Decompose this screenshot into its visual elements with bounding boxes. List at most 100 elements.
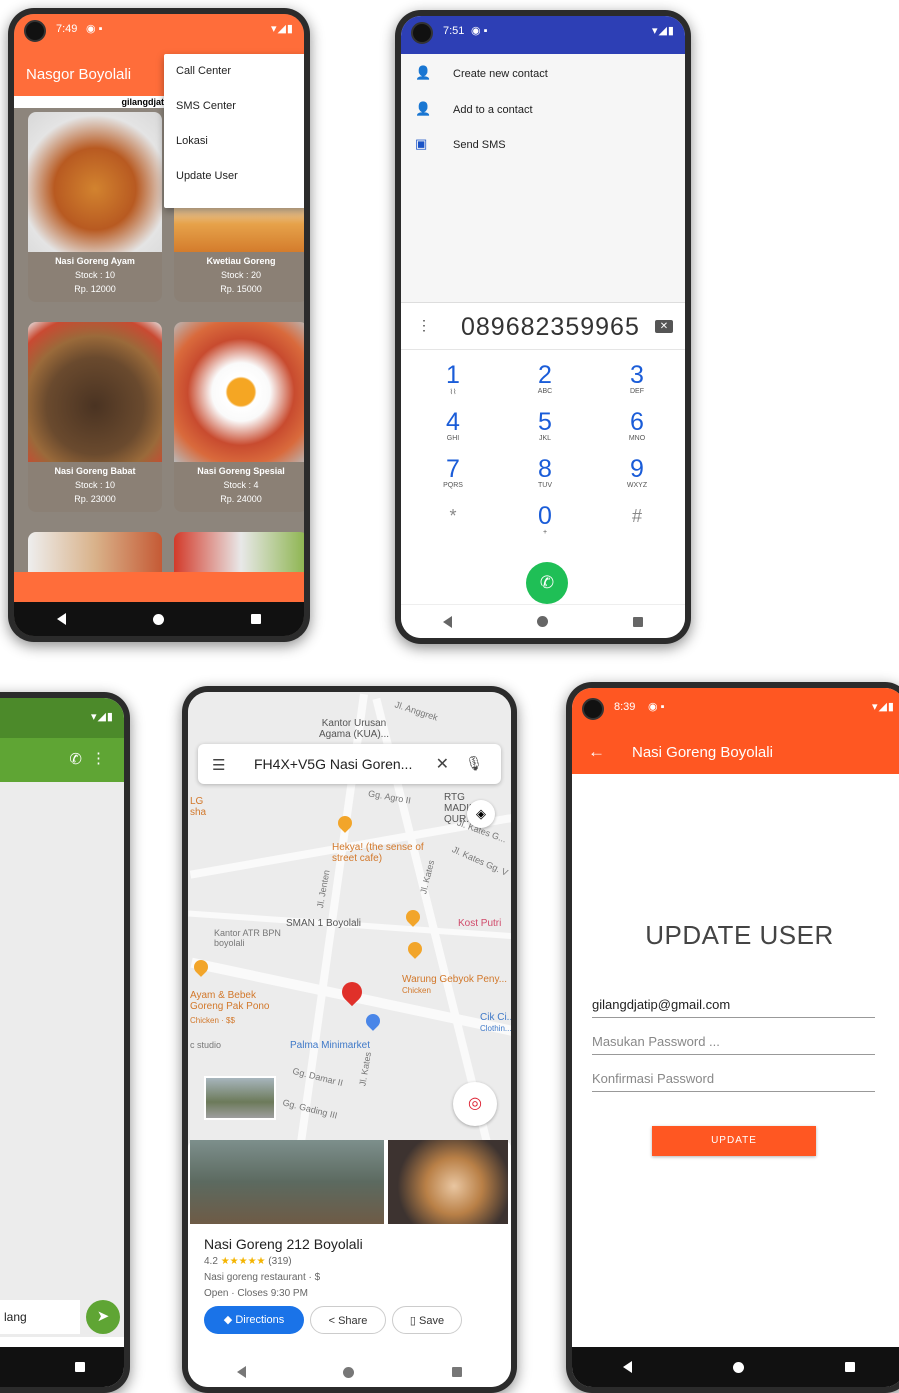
more-options-icon[interactable]: ⋮ <box>417 317 431 334</box>
back-nav-icon[interactable] <box>443 615 453 628</box>
dialed-number: 089682359965 <box>461 313 640 341</box>
phone-maps-screen: Kantor Urusan Agama (KUA)... Jl. Anggrek… <box>182 686 517 1393</box>
dial-key[interactable]: # <box>607 503 667 529</box>
dial-key-letters: ABC <box>537 388 553 395</box>
update-button[interactable]: UPDATE <box>652 1126 816 1156</box>
directions-button[interactable]: ◆ Directions <box>204 1306 304 1334</box>
dial-key[interactable]: 8 TUV <box>515 456 575 489</box>
phone-icon[interactable]: ✆ <box>69 750 82 768</box>
food-image <box>174 322 304 462</box>
dial-key-letters: WXYZ <box>626 482 648 489</box>
food-stock: Stock : 20 <box>220 270 262 280</box>
back-nav-icon[interactable] <box>57 613 67 625</box>
map-label-studio: c studio <box>190 1040 222 1050</box>
map-label-hekya: Hekya! (the sense of street cafe) <box>332 842 424 864</box>
menu-item-sms-center[interactable]: SMS Center <box>164 89 304 124</box>
dial-key[interactable]: 5 JKL <box>515 409 575 442</box>
share-button[interactable]: < Share <box>310 1306 386 1334</box>
map-label-clothing: Clothin... <box>480 1024 511 1033</box>
back-nav-icon[interactable] <box>236 1366 246 1378</box>
confirm-password-field[interactable]: Konfirmasi Password <box>592 1068 875 1092</box>
dial-key-digit: 9 <box>630 455 644 483</box>
mic-icon[interactable]: 🎙 <box>465 755 483 772</box>
dial-key[interactable]: 7 PQRS <box>423 456 483 489</box>
map-view[interactable]: Kantor Urusan Agama (KUA)... Jl. Anggrek… <box>188 692 511 1152</box>
directions-icon: ◆ <box>223 1314 233 1326</box>
more-options-icon[interactable]: ⋮ <box>91 749 106 767</box>
my-location-icon[interactable]: ◎ <box>453 1082 497 1126</box>
dial-key[interactable]: 9 WXYZ <box>607 456 667 489</box>
call-button[interactable]: ✆ <box>526 562 568 604</box>
search-query[interactable]: FH4X+V5G Nasi Goren... <box>254 756 412 772</box>
dial-key[interactable]: 1 ⌇⌇ <box>423 362 483 396</box>
food-pin-icon[interactable] <box>403 907 423 927</box>
food-price: Rp. 12000 <box>74 284 116 294</box>
password-field[interactable]: Masukan Password ... <box>592 1031 875 1055</box>
menu-icon[interactable]: ☰ <box>212 756 225 774</box>
food-image <box>28 322 162 462</box>
dial-key[interactable]: 3 DEF <box>607 362 667 395</box>
send-button[interactable]: ➤ <box>86 1300 120 1334</box>
menu-item-lokasi[interactable]: Lokasi <box>164 124 304 159</box>
food-card[interactable]: Nasi Goreng Spesial Stock : 4 Rp. 24000 <box>174 322 304 512</box>
signal-icon: ▾◢▮ <box>90 711 114 723</box>
food-pin-icon[interactable] <box>405 939 425 959</box>
home-nav-icon[interactable] <box>536 616 548 627</box>
dial-key-letters: DEF <box>630 388 644 395</box>
nav-bar <box>14 602 304 636</box>
map-label-kost: Kost Putri <box>458 918 502 929</box>
send-sms-option[interactable]: ▣ Send SMS <box>401 127 685 161</box>
home-nav-icon[interactable] <box>732 1361 744 1373</box>
phone-sms-screen: ▾◢▮ ✆ ⋮ lang ➤ <box>0 692 130 1393</box>
place-name: Nasi Goreng 212 Boyolali <box>204 1236 363 1252</box>
dialer-screen: 7:51 ◉ ▪ ▾◢▮ 👤 Create new contact 👤 Add … <box>401 16 685 638</box>
app-title: Nasgor Boyolali <box>26 66 132 83</box>
menu-item-update-user[interactable]: Update User <box>164 159 304 194</box>
menu-item-call-center[interactable]: Call Center <box>164 54 304 89</box>
food-card[interactable]: Nasi Goreng Ayam Stock : 10 Rp. 12000 <box>28 112 162 302</box>
dial-key[interactable]: 2 ABC <box>515 362 575 395</box>
map-label-palma: Palma Minimarket <box>290 1040 371 1051</box>
map-label-atr: Kantor ATR BPN boyolali <box>214 928 281 948</box>
dial-key[interactable]: * <box>423 503 483 529</box>
recents-nav-icon[interactable] <box>250 614 261 624</box>
back-nav-icon[interactable] <box>622 1361 632 1373</box>
dial-key-digit: 4 <box>446 408 460 436</box>
close-icon[interactable]: ✕ <box>436 754 449 774</box>
map-label-kates-gg: Jl. Kates Gg. V <box>450 844 510 878</box>
search-bar[interactable]: ☰ FH4X+V5G Nasi Goren... ✕ 🎙 <box>198 744 501 784</box>
email-field[interactable]: gilangdjatip@gmail.com <box>592 994 875 1018</box>
recents-nav-icon[interactable] <box>632 616 643 627</box>
place-sheet[interactable]: Nasi Goreng 212 Boyolali 4.2 ★★★★★ (319)… <box>188 1140 511 1357</box>
nav-bar <box>401 604 685 638</box>
dial-key-letters: JKL <box>538 435 552 442</box>
street-view-thumbnail[interactable] <box>204 1076 276 1120</box>
create-contact-option[interactable]: 👤 Create new contact <box>401 56 685 90</box>
map-label-kates-2: Jl. Kates <box>357 1051 374 1087</box>
recents-nav-icon[interactable] <box>75 1362 85 1372</box>
cafe-pin-icon[interactable] <box>335 813 355 833</box>
place-photo[interactable] <box>190 1140 384 1224</box>
back-arrow-icon[interactable]: ← <box>588 742 605 762</box>
app-bar: ← Nasi Goreng Boyolali <box>572 730 899 774</box>
dial-key[interactable]: 0 + <box>515 503 575 536</box>
save-button[interactable]: ▯ Save <box>392 1306 462 1334</box>
home-nav-icon[interactable] <box>152 613 164 625</box>
backspace-icon[interactable]: ✕ <box>655 320 673 333</box>
dial-key[interactable]: 6 MNO <box>607 409 667 442</box>
shop-pin-icon[interactable] <box>363 1011 383 1031</box>
home-nav-icon[interactable] <box>343 1366 355 1378</box>
recents-nav-icon[interactable] <box>844 1362 855 1372</box>
message-input[interactable]: lang <box>0 1300 80 1334</box>
dial-key-letters: ⌇⌇ <box>449 389 457 396</box>
dial-key[interactable]: 4 GHI <box>423 409 483 442</box>
phone-update-user-screen: 8:39 ◉ ▪ ▾◢▮ ← Nasi Goreng Boyolali UPDA… <box>566 682 899 1393</box>
recents-nav-icon[interactable] <box>452 1367 463 1377</box>
menu-screen: 7:49 ◉ ▪ ▾◢▮ Nasgor Boyolali gilangdjati… <box>14 14 304 636</box>
place-photo[interactable] <box>388 1140 508 1224</box>
layers-icon[interactable]: ◈ <box>467 800 495 828</box>
dial-key-digit: 1 <box>446 361 460 389</box>
update-user-screen: 8:39 ◉ ▪ ▾◢▮ ← Nasi Goreng Boyolali UPDA… <box>572 688 899 1387</box>
food-card[interactable]: Nasi Goreng Babat Stock : 10 Rp. 23000 <box>28 322 162 512</box>
add-to-contact-option[interactable]: 👤 Add to a contact <box>401 92 685 126</box>
